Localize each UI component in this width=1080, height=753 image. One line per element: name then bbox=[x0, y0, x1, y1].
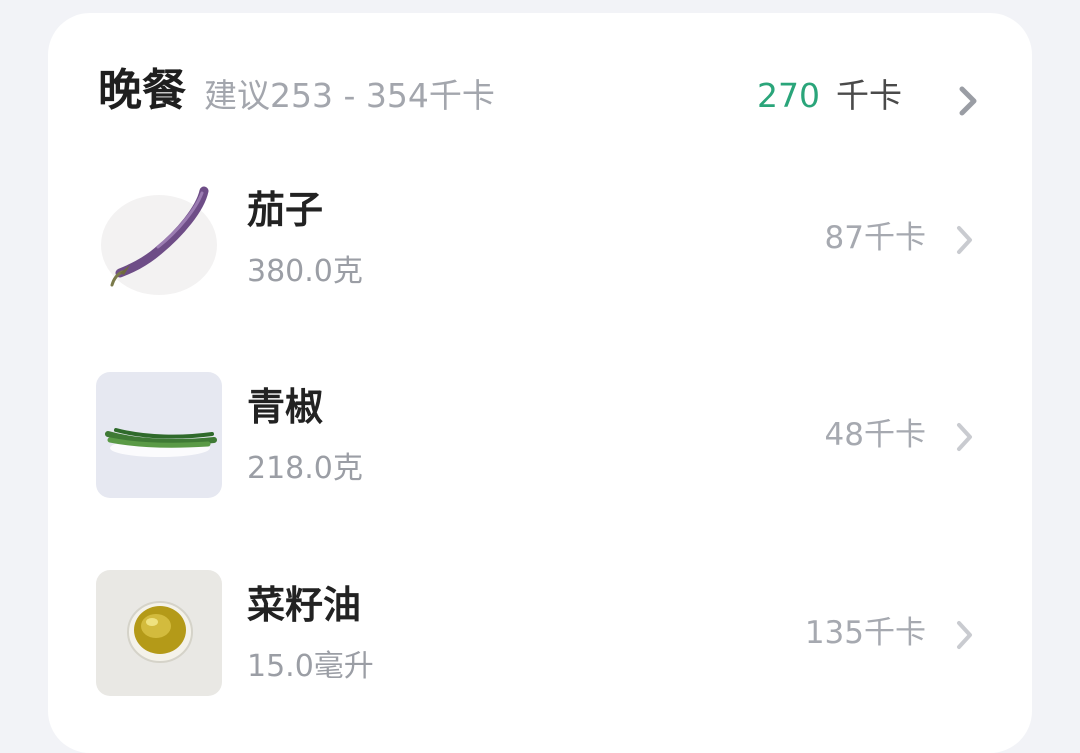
chevron-right-icon[interactable] bbox=[954, 223, 976, 257]
suggested-range: 建议253 - 354千卡 bbox=[204, 76, 495, 115]
food-kcal: 87千卡 bbox=[824, 220, 926, 256]
food-name: 茄子 bbox=[247, 188, 324, 232]
green-pepper-photo bbox=[96, 372, 222, 498]
rapeseed-oil-photo bbox=[96, 570, 222, 696]
food-item-eggplant[interactable]: 茄子 380.0克 87千卡 bbox=[48, 175, 1032, 315]
dinner-card: 晚餐 建议253 - 354千卡 270 千卡 茄子 380.0克 87千卡 青… bbox=[48, 13, 1032, 753]
food-kcal: 135千卡 bbox=[804, 615, 926, 651]
food-item-rapeseed-oil[interactable]: 菜籽油 15.0毫升 135千卡 bbox=[48, 570, 1032, 710]
eggplant-image bbox=[101, 186, 217, 295]
food-amount: 380.0克 bbox=[247, 254, 363, 289]
oil-bowl-image bbox=[127, 601, 193, 663]
meal-header[interactable]: 晚餐 建议253 - 354千卡 270 千卡 bbox=[48, 13, 1032, 173]
total-kcal-unit: 千卡 bbox=[836, 76, 902, 115]
green-pepper-image bbox=[105, 428, 217, 457]
food-name: 菜籽油 bbox=[247, 583, 362, 627]
total-kcal-value: 270 bbox=[757, 76, 820, 115]
chevron-right-icon[interactable] bbox=[954, 420, 976, 454]
food-kcal: 48千卡 bbox=[824, 417, 926, 453]
eggplant-photo bbox=[96, 175, 222, 301]
chevron-right-icon[interactable] bbox=[954, 83, 982, 119]
chevron-right-icon[interactable] bbox=[954, 618, 976, 652]
food-amount: 218.0克 bbox=[247, 451, 363, 486]
food-amount: 15.0毫升 bbox=[247, 649, 374, 684]
food-item-green-pepper[interactable]: 青椒 218.0克 48千卡 bbox=[48, 372, 1032, 512]
food-name: 青椒 bbox=[247, 385, 324, 429]
meal-title: 晚餐 bbox=[98, 65, 186, 116]
